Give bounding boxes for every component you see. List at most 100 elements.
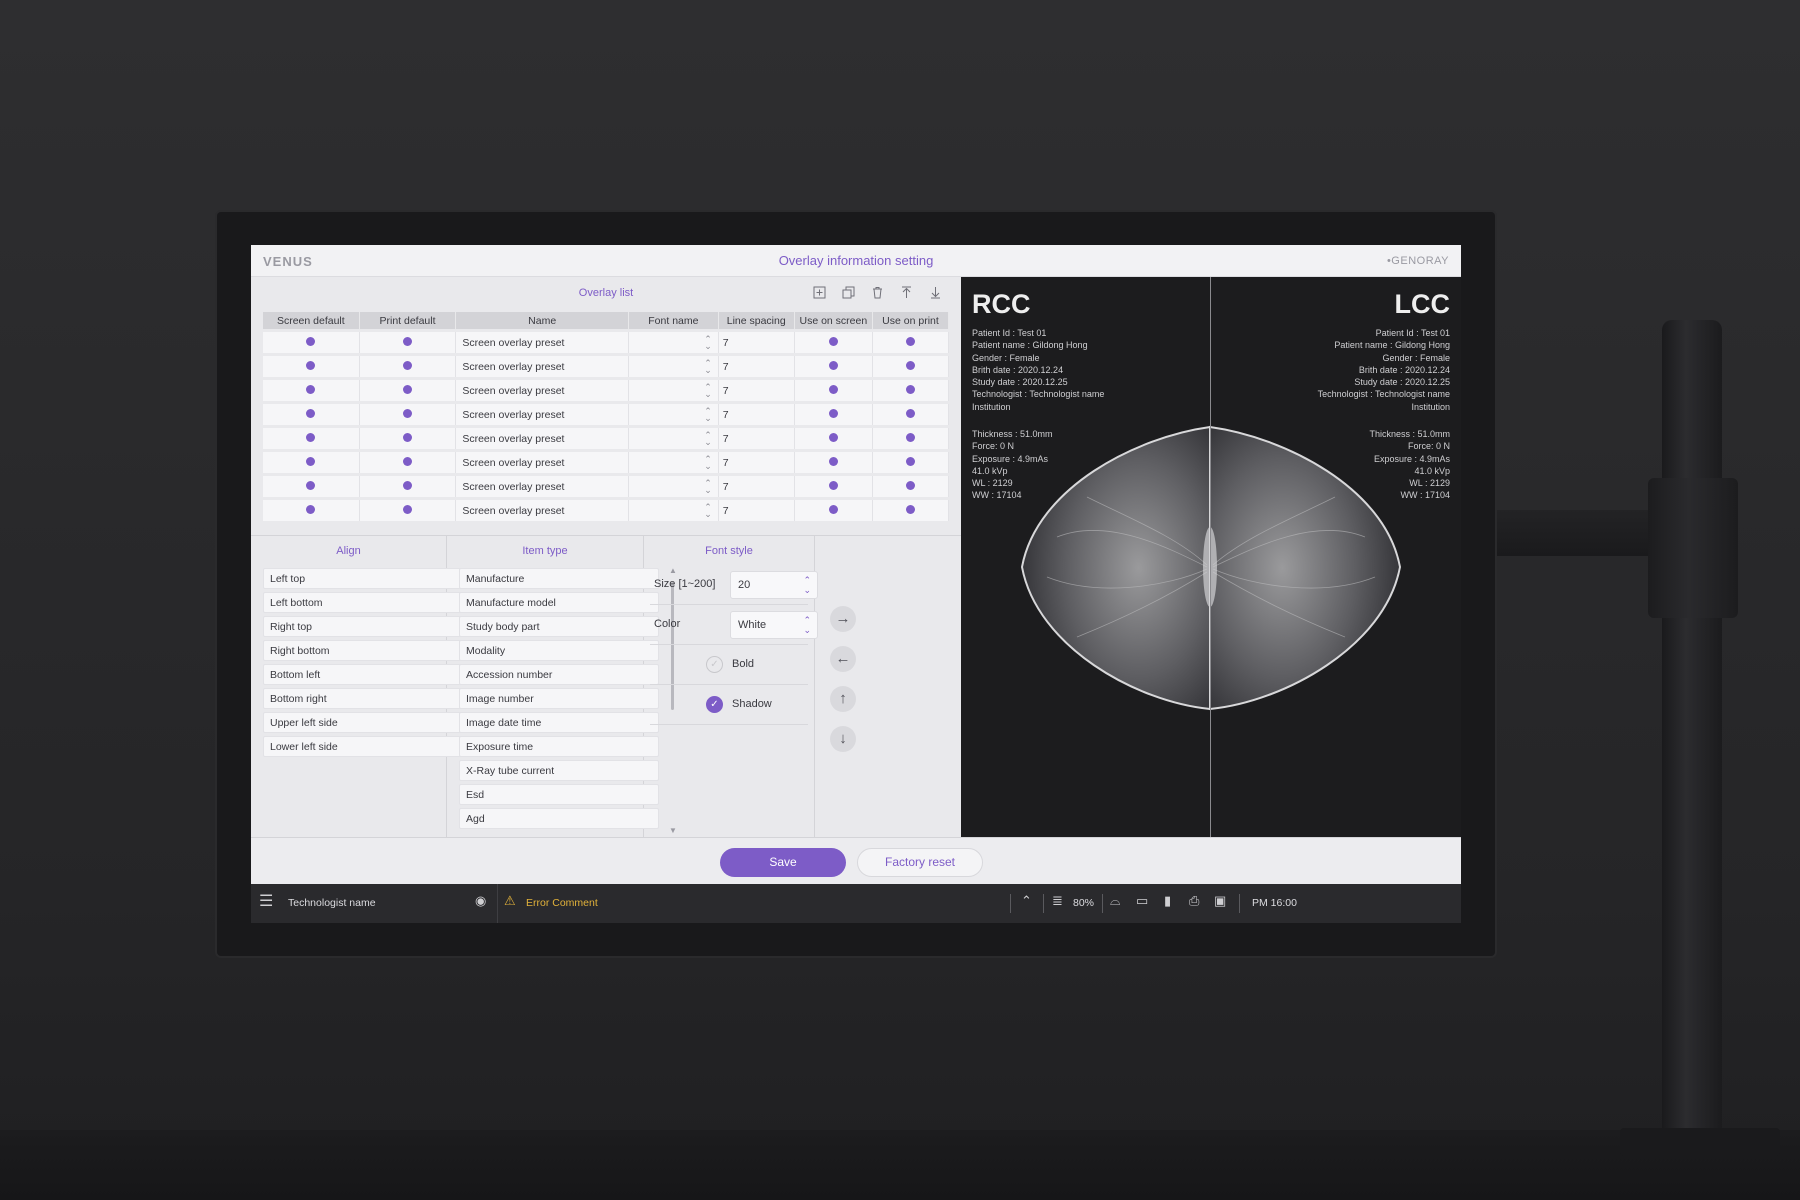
line-spacing-value[interactable]: 7 [718, 500, 795, 521]
copy-icon[interactable] [840, 284, 856, 300]
print-default-radio[interactable] [359, 452, 457, 473]
font-name-spinner[interactable]: ⌃ ⌄ [628, 380, 719, 401]
line-spacing-value[interactable]: 7 [718, 356, 795, 377]
item-type-option[interactable]: Modality [459, 640, 659, 661]
font-name-spinner[interactable]: ⌃ ⌄ [628, 356, 719, 377]
align-option[interactable]: Right bottom [263, 640, 463, 661]
use-on-screen-toggle[interactable] [794, 356, 873, 377]
use-on-screen-toggle[interactable] [794, 428, 873, 449]
font-name-spinner[interactable]: ⌃ ⌄ [628, 428, 719, 449]
screen-default-radio[interactable] [263, 452, 360, 473]
printer-icon[interactable]: ⎙ [1189, 893, 1199, 909]
item-type-option[interactable]: Manufacture [459, 568, 659, 589]
spin-arrows-icon[interactable]: ⌃ ⌄ [803, 575, 811, 595]
use-on-print-toggle[interactable] [872, 332, 949, 353]
align-option[interactable]: Lower left side [263, 736, 463, 757]
print-default-radio[interactable] [359, 380, 457, 401]
line-spacing-value[interactable]: 7 [718, 476, 795, 497]
monitor-icon[interactable]: ▣ [1214, 893, 1226, 909]
line-spacing-value[interactable]: 7 [718, 452, 795, 473]
font-name-spinner[interactable]: ⌃ ⌄ [628, 404, 719, 425]
item-type-option[interactable]: Manufacture model [459, 592, 659, 613]
line-spacing-value[interactable]: 7 [718, 332, 795, 353]
user-icon[interactable]: ◉ [475, 893, 486, 909]
arrow-right-icon[interactable]: → [830, 606, 856, 632]
move-down-icon[interactable] [927, 284, 943, 300]
item-type-option[interactable]: Esd [459, 784, 659, 805]
font-name-spinner[interactable]: ⌃ ⌄ [628, 476, 719, 497]
menu-icon[interactable]: ☰ [259, 891, 273, 911]
column-header[interactable]: Use on screen [794, 312, 873, 329]
use-on-print-toggle[interactable] [872, 500, 949, 521]
item-type-option[interactable]: Image date time [459, 712, 659, 733]
factory-reset-button[interactable]: Factory reset [857, 848, 983, 877]
save-button[interactable]: Save [720, 848, 846, 877]
print-default-radio[interactable] [359, 428, 457, 449]
image-viewer[interactable]: RCC LCC Patient Id : Test 01 Patient name… [961, 277, 1461, 837]
table-row[interactable]: Screen overlay preset ⌃ ⌄ 7 [263, 332, 949, 353]
use-on-screen-toggle[interactable] [794, 452, 873, 473]
line-spacing-value[interactable]: 7 [718, 380, 795, 401]
column-header[interactable]: Name [456, 312, 629, 329]
column-header[interactable]: Use on print [872, 312, 949, 329]
error-comment[interactable]: Error Comment [526, 897, 598, 909]
table-row[interactable]: Screen overlay preset ⌃ ⌄ 7 [263, 452, 949, 473]
bold-row[interactable]: ✓ Bold [650, 645, 808, 685]
item-type-option[interactable]: Exposure time [459, 736, 659, 757]
font-name-spinner[interactable]: ⌃ ⌄ [628, 452, 719, 473]
column-header[interactable]: Screen default [263, 312, 360, 329]
font-size-stepper[interactable]: 20 ⌃ ⌄ [730, 571, 818, 599]
item-type-option[interactable]: Study body part [459, 616, 659, 637]
screen-default-radio[interactable] [263, 428, 360, 449]
screen-default-radio[interactable] [263, 476, 360, 497]
screen-default-radio[interactable] [263, 380, 360, 401]
print-default-radio[interactable] [359, 404, 457, 425]
device-icon[interactable]: ⌓ [1110, 893, 1120, 909]
table-row[interactable]: Screen overlay preset ⌃ ⌄ 7 [263, 500, 949, 521]
table-row[interactable]: Screen overlay preset ⌃ ⌄ 7 [263, 476, 949, 497]
font-name-spinner[interactable]: ⌃ ⌄ [628, 500, 719, 521]
print-default-radio[interactable] [359, 332, 457, 353]
table-row[interactable]: Screen overlay preset ⌃ ⌄ 7 [263, 428, 949, 449]
use-on-screen-toggle[interactable] [794, 404, 873, 425]
column-header[interactable]: Font name [628, 312, 719, 329]
folder-icon[interactable]: ▭ [1136, 893, 1148, 909]
align-option[interactable]: Right top [263, 616, 463, 637]
item-type-option[interactable]: Image number [459, 688, 659, 709]
use-on-print-toggle[interactable] [872, 476, 949, 497]
use-on-print-toggle[interactable] [872, 356, 949, 377]
screen-default-radio[interactable] [263, 500, 360, 521]
line-spacing-value[interactable]: 7 [718, 404, 795, 425]
align-option[interactable]: Bottom left [263, 664, 463, 685]
align-option[interactable]: Left bottom [263, 592, 463, 613]
chevron-up-icon[interactable]: ⌃ [1021, 893, 1032, 909]
item-type-option[interactable]: Accession number [459, 664, 659, 685]
align-option[interactable]: Left top [263, 568, 463, 589]
column-header[interactable]: Print default [359, 312, 457, 329]
screen-default-radio[interactable] [263, 332, 360, 353]
use-on-print-toggle[interactable] [872, 404, 949, 425]
add-icon[interactable] [811, 284, 827, 300]
line-spacing-value[interactable]: 7 [718, 428, 795, 449]
arrow-up-icon[interactable]: ↑ [830, 686, 856, 712]
item-type-option[interactable]: X-Ray tube current [459, 760, 659, 781]
print-default-radio[interactable] [359, 500, 457, 521]
use-on-screen-toggle[interactable] [794, 380, 873, 401]
lock-icon[interactable]: ▮ [1164, 893, 1171, 909]
font-color-select[interactable]: White ⌃ ⌄ [730, 611, 818, 639]
table-row[interactable]: Screen overlay preset ⌃ ⌄ 7 [263, 404, 949, 425]
use-on-print-toggle[interactable] [872, 380, 949, 401]
screen-default-radio[interactable] [263, 356, 360, 377]
shadow-row[interactable]: ✓ Shadow [650, 685, 808, 725]
use-on-screen-toggle[interactable] [794, 476, 873, 497]
table-row[interactable]: Screen overlay preset ⌃ ⌄ 7 [263, 356, 949, 377]
use-on-screen-toggle[interactable] [794, 500, 873, 521]
move-up-icon[interactable] [898, 284, 914, 300]
column-header[interactable]: Line spacing [718, 312, 795, 329]
arrow-down-icon[interactable]: ↓ [830, 726, 856, 752]
table-row[interactable]: Screen overlay preset ⌃ ⌄ 7 [263, 380, 949, 401]
use-on-print-toggle[interactable] [872, 452, 949, 473]
item-type-option[interactable]: Agd [459, 808, 659, 829]
use-on-screen-toggle[interactable] [794, 332, 873, 353]
print-default-radio[interactable] [359, 476, 457, 497]
